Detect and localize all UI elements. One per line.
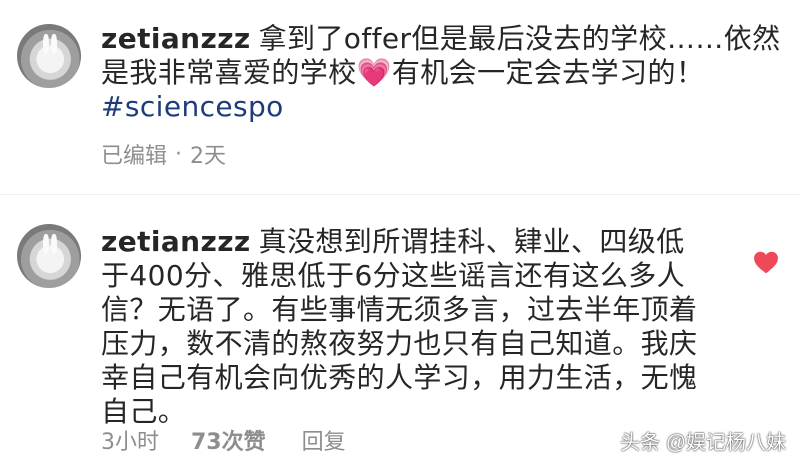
watermark: 头条 @娱记杨八妹 bbox=[620, 432, 786, 454]
comment-meta: 已编辑 · 2天 bbox=[101, 138, 226, 170]
meta-separator: · bbox=[175, 141, 183, 167]
timestamp: 3小时 bbox=[101, 430, 159, 455]
username-link[interactable]: zetianzzz bbox=[101, 22, 251, 55]
timestamp: 2天 bbox=[190, 144, 227, 169]
comment-text: zetianzzz 真没想到所谓挂科、肄业、四级低于400分、雅思低于6分这些谣言… bbox=[101, 225, 701, 429]
comment-text: zetianzzz 拿到了offer但是最后没去的学校……依然是我非常喜爱的学校💗… bbox=[101, 22, 781, 124]
hashtag-link[interactable]: #sciencespo bbox=[101, 90, 781, 124]
heart-emoji-icon: 💗 bbox=[356, 56, 392, 89]
comment-divider bbox=[0, 194, 800, 195]
username-link[interactable]: zetianzzz bbox=[101, 225, 251, 258]
likes-count-button[interactable]: 73次赞 bbox=[191, 424, 266, 456]
reply-button[interactable]: 回复 bbox=[302, 424, 346, 456]
edited-label: 已编辑 bbox=[101, 144, 168, 169]
like-heart-icon[interactable] bbox=[753, 250, 779, 274]
comment-meta: 3小时 73次赞 回复 bbox=[101, 424, 346, 456]
comment-body-continued: 有机会一定会去学习的！ bbox=[391, 56, 705, 89]
user-avatar[interactable] bbox=[17, 24, 81, 88]
user-avatar[interactable] bbox=[17, 224, 81, 288]
